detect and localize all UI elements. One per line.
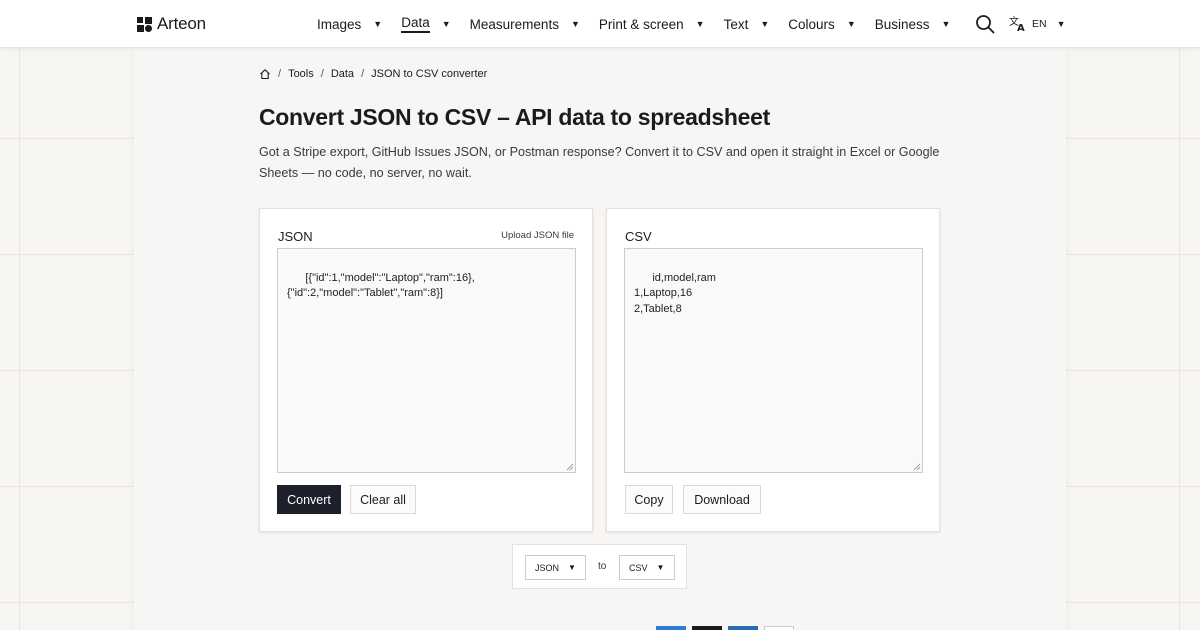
breadcrumb: / Tools / Data / JSON to CSV converter xyxy=(259,68,487,80)
brand-logo[interactable]: Arteon xyxy=(137,14,206,34)
nav-item-label: Data xyxy=(401,15,430,33)
nav-item-print-screen[interactable]: Print & screen ▼ xyxy=(599,17,705,32)
csv-panel-label: CSV xyxy=(625,229,652,244)
format-switcher: JSON ▼ to CSV ▼ xyxy=(512,544,687,589)
csv-output-textarea[interactable]: id,model,ram 1,Laptop,16 2,Tablet,8 xyxy=(624,248,923,473)
page-title: Convert JSON to CSV – API data to spread… xyxy=(259,104,770,130)
translate-icon: 文 A xyxy=(1009,15,1025,32)
caret-down-icon: ▼ xyxy=(941,19,951,29)
svg-text:A: A xyxy=(1017,23,1025,32)
caret-down-icon: ▼ xyxy=(695,19,705,29)
csv-output-value: id,model,ram 1,Laptop,16 2,Tablet,8 xyxy=(634,271,716,315)
breadcrumb-separator: / xyxy=(361,68,365,80)
nav-item-label: Business xyxy=(874,16,930,32)
json-input-panel: JSON Upload JSON file [{"id":1,"model":"… xyxy=(259,208,593,532)
resize-grip-icon[interactable] xyxy=(566,463,574,471)
nav-item-business[interactable]: Business ▼ xyxy=(875,17,951,32)
nav-item-label: Print & screen xyxy=(598,16,684,32)
format-connector: to xyxy=(598,561,607,572)
json-panel-label: JSON xyxy=(278,229,313,244)
caret-down-icon: ▼ xyxy=(846,19,856,29)
json-input-value: [{"id":1,"model":"Laptop","ram":16}, {"i… xyxy=(287,271,475,300)
to-format-value: CSV xyxy=(629,562,648,573)
nav-item-data[interactable]: Data ▼ xyxy=(401,15,451,33)
caret-down-icon: ▼ xyxy=(373,19,383,29)
nav-item-measurements[interactable]: Measurements ▼ xyxy=(470,17,580,32)
csv-output-panel: CSV id,model,ram 1,Laptop,16 2,Tablet,8 … xyxy=(606,208,940,532)
breadcrumb-separator: / xyxy=(320,68,324,80)
swatch-dark xyxy=(692,626,722,630)
caret-down-icon: ▼ xyxy=(570,19,580,29)
breadcrumb-item-tools[interactable]: Tools xyxy=(288,68,314,80)
caret-down-icon: ▼ xyxy=(656,563,665,572)
from-format-value: JSON xyxy=(535,562,560,573)
clear-all-button[interactable]: Clear all xyxy=(350,485,416,514)
breadcrumb-item-data[interactable]: Data xyxy=(331,68,354,80)
swatch-white xyxy=(764,626,794,630)
nav-item-text[interactable]: Text ▼ xyxy=(724,17,770,32)
nav-item-label: Text xyxy=(723,16,749,32)
page-intro: Got a Stripe export, GitHub Issues JSON,… xyxy=(259,145,940,180)
brand-logo-icon xyxy=(137,16,152,32)
top-navigation-bar: Arteon Images ▼ Data ▼ Measurements ▼ Pr… xyxy=(0,0,1200,48)
breadcrumb-separator: / xyxy=(278,68,282,80)
main-nav: Images ▼ Data ▼ Measurements ▼ Print & s… xyxy=(317,0,969,48)
swatch-blue xyxy=(656,626,686,630)
brand-name: Arteon xyxy=(157,14,206,33)
nav-item-label: Measurements xyxy=(469,16,559,32)
search-icon[interactable] xyxy=(975,14,995,34)
json-input-textarea[interactable]: [{"id":1,"model":"Laptop","ram":16}, {"i… xyxy=(277,248,576,473)
caret-down-icon: ▼ xyxy=(760,19,770,29)
caret-down-icon: ▼ xyxy=(441,19,451,29)
nav-item-colours[interactable]: Colours ▼ xyxy=(788,17,855,32)
upload-json-link[interactable]: Upload JSON file xyxy=(501,230,574,241)
nav-item-label: Images xyxy=(317,16,362,32)
caret-down-icon: ▼ xyxy=(1056,18,1066,29)
convert-button[interactable]: Convert xyxy=(277,485,341,514)
nav-item-images[interactable]: Images ▼ xyxy=(317,17,382,32)
breadcrumb-item-current: JSON to CSV converter xyxy=(371,68,488,80)
main-content: / Tools / Data / JSON to CSV converter C… xyxy=(134,48,1066,630)
language-code: EN xyxy=(1032,17,1047,30)
resize-grip-icon[interactable] xyxy=(913,463,921,471)
from-format-select[interactable]: JSON ▼ xyxy=(525,555,586,580)
language-selector[interactable]: 文 A EN ▼ xyxy=(1009,15,1066,32)
swatch-blue-dark xyxy=(728,626,758,630)
download-button[interactable]: Download xyxy=(683,485,761,514)
home-icon[interactable] xyxy=(259,68,271,80)
copy-button[interactable]: Copy xyxy=(625,485,673,514)
to-format-select[interactable]: CSV ▼ xyxy=(619,555,675,580)
caret-down-icon: ▼ xyxy=(568,563,576,572)
nav-item-label: Colours xyxy=(788,16,835,32)
